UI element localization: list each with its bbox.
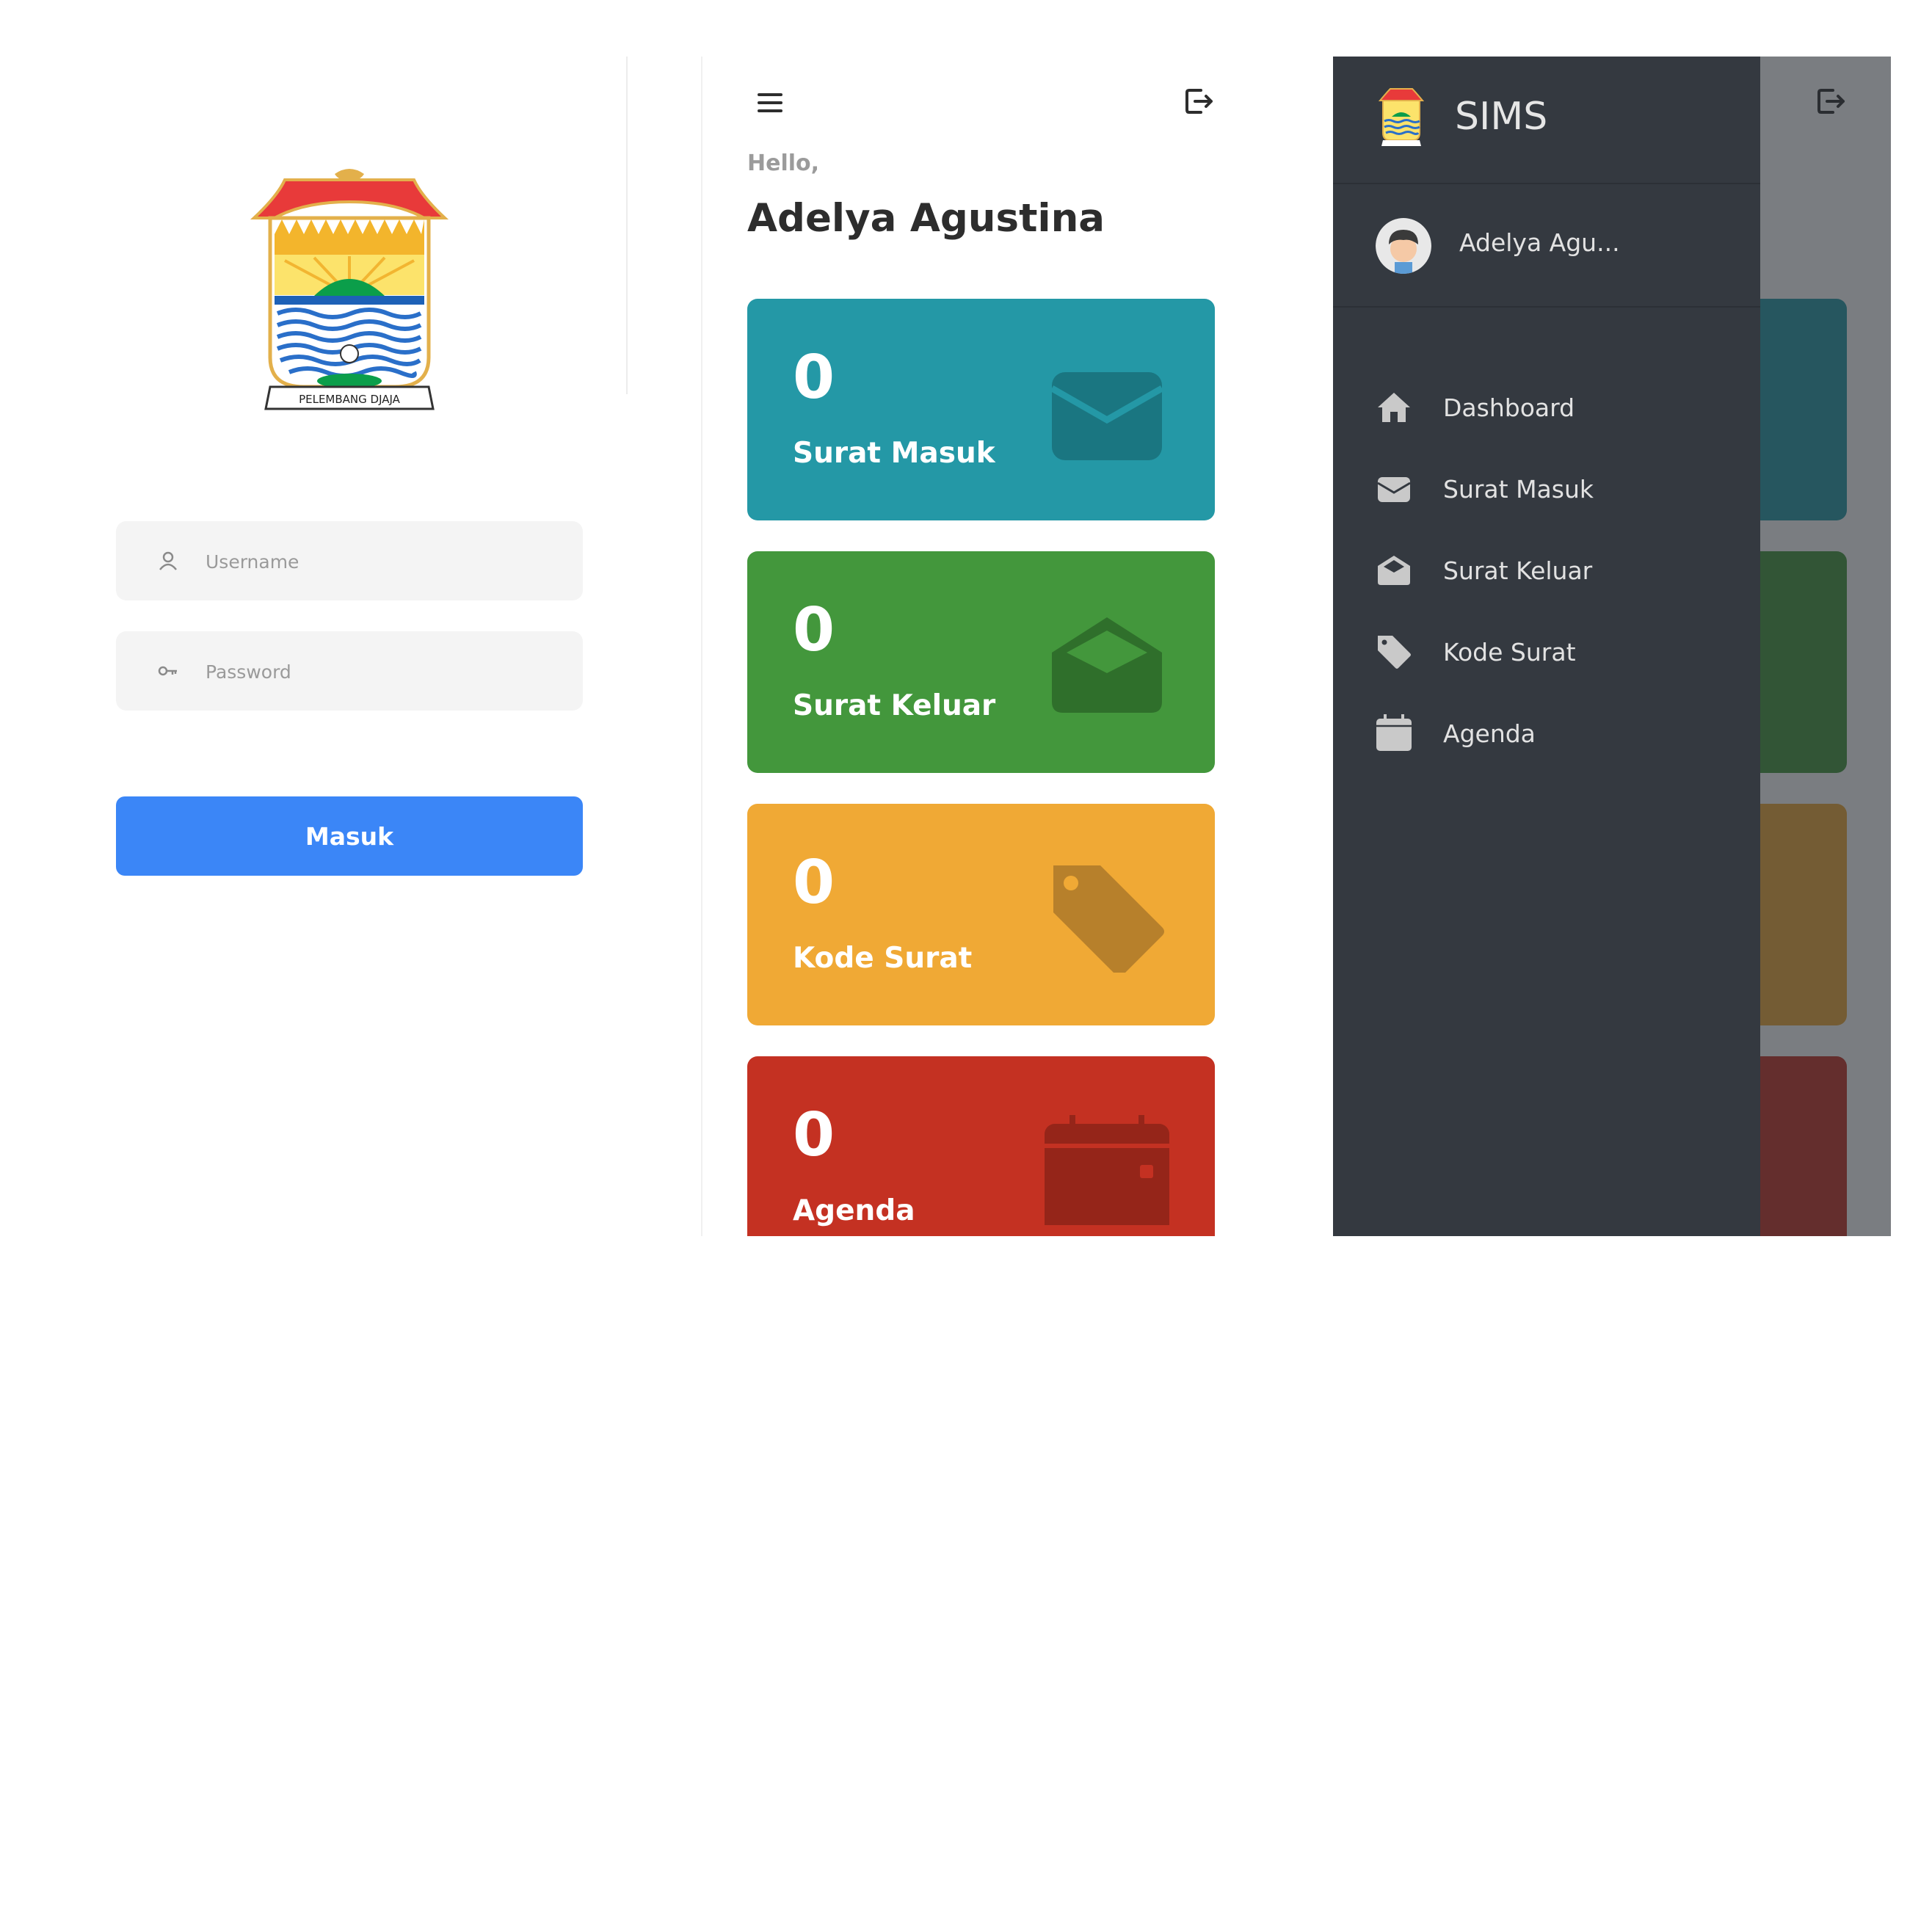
sidebar-user-name: Adelya Agu... <box>1459 228 1620 257</box>
card-label: Surat Masuk <box>793 437 995 470</box>
username-input[interactable] <box>204 521 567 602</box>
card-label: Agenda <box>793 1194 915 1227</box>
divider <box>626 57 628 394</box>
logout-icon[interactable] <box>1182 84 1216 118</box>
divider <box>701 57 702 1236</box>
sidebar-item-label: Surat Masuk <box>1443 474 1594 504</box>
sidebar-item-dashboard[interactable]: Dashboard <box>1333 371 1760 444</box>
calendar-icon <box>1045 1115 1169 1225</box>
sidebar-item-agenda[interactable]: Agenda <box>1333 697 1760 770</box>
sidebar-item-surat-masuk[interactable]: Surat Masuk <box>1333 452 1760 526</box>
card-surat-keluar[interactable]: 0 Surat Keluar <box>747 551 1215 773</box>
pelembang-crest-logo: PELEMBANG DJAJA <box>250 169 449 410</box>
greeting: Hello, <box>747 150 820 176</box>
card-kode-surat[interactable]: 0 Kode Surat <box>747 804 1215 1025</box>
dashboard-screen: Hello, Adelya Agustina 0 Surat Masuk 0 S… <box>701 57 1259 1236</box>
calendar-icon <box>1376 714 1412 751</box>
sidebar-panel: SIMS Adelya Agu... Dashboard Surat Masuk… <box>1333 57 1760 1236</box>
key-icon <box>158 666 177 676</box>
envelope-open-icon <box>1052 617 1162 713</box>
password-input[interactable] <box>204 631 567 712</box>
avatar <box>1376 218 1431 274</box>
home-icon <box>1378 393 1410 422</box>
sidebar-screen: SIMS Adelya Agu... Dashboard Surat Masuk… <box>1333 57 1891 1236</box>
card-surat-masuk[interactable]: 0 Surat Masuk <box>747 299 1215 520</box>
divider <box>1333 183 1760 184</box>
user-icon <box>159 551 177 570</box>
brand-name: SIMS <box>1455 95 1548 139</box>
username-field[interactable] <box>116 521 583 602</box>
card-count: 0 <box>793 848 835 918</box>
svg-text:PELEMBANG DJAJA: PELEMBANG DJAJA <box>299 393 401 406</box>
sidebar-item-label: Kode Surat <box>1443 637 1576 667</box>
envelope-icon <box>1377 477 1411 502</box>
password-field[interactable] <box>116 631 583 712</box>
sidebar-item-label: Dashboard <box>1443 393 1575 422</box>
envelope-open-icon <box>1378 556 1410 585</box>
card-count: 0 <box>793 343 835 413</box>
card-count: 0 <box>793 1100 835 1170</box>
sidebar-item-kode-surat[interactable]: Kode Surat <box>1333 615 1760 689</box>
user-name: Adelya Agustina <box>747 196 1105 241</box>
sidebar-item-label: Surat Keluar <box>1443 556 1593 585</box>
sidebar-item-label: Agenda <box>1443 719 1536 748</box>
card-label: Surat Keluar <box>793 689 996 722</box>
card-label: Kode Surat <box>793 942 973 975</box>
login-screen: PELEMBANG DJAJA Masuk <box>0 57 628 1236</box>
menu-icon[interactable] <box>753 86 787 120</box>
card-agenda[interactable]: 0 Agenda <box>747 1056 1215 1236</box>
tag-icon <box>1053 865 1164 973</box>
divider <box>1333 306 1760 308</box>
tag-icon <box>1378 636 1411 669</box>
brand-logo <box>1378 88 1425 146</box>
sidebar-item-surat-keluar[interactable]: Surat Keluar <box>1333 534 1760 607</box>
card-count: 0 <box>793 595 835 665</box>
login-button[interactable]: Masuk <box>116 796 583 876</box>
envelope-icon <box>1050 372 1164 460</box>
